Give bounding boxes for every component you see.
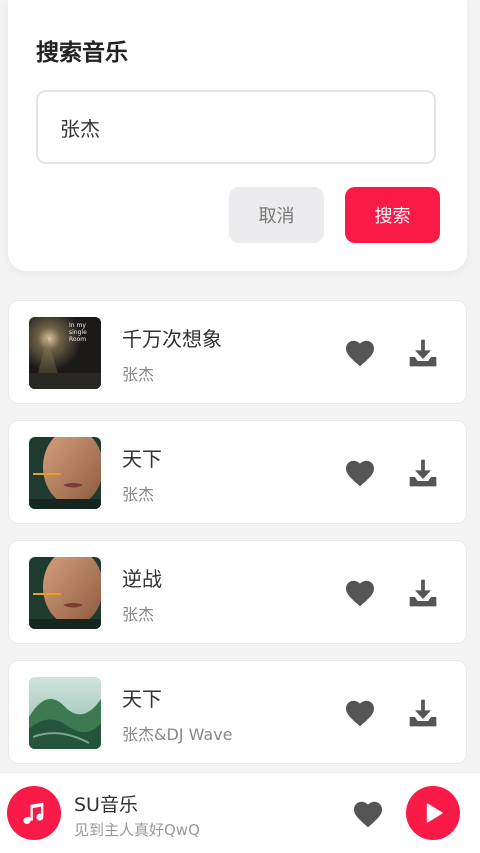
download-icon[interactable] [407,458,439,488]
search-button[interactable]: 搜索 [345,187,440,243]
song-title: 千万次想象 [122,327,222,351]
song-title: 逆战 [122,567,162,591]
song-item[interactable]: In my single Room 千万次想象 张杰 [8,300,467,404]
play-icon [426,803,443,823]
album-cover: In my single Room [29,317,101,389]
song-artist: 张杰 [122,605,155,624]
album-cover-text: In my single Room [69,322,87,343]
heart-icon[interactable] [344,698,376,728]
download-icon[interactable] [407,578,439,608]
heart-icon[interactable] [344,338,376,368]
song-title: 天下 [122,687,162,711]
player-title: SU音乐 [74,794,138,816]
search-title: 搜索音乐 [36,40,128,66]
song-item[interactable]: 天下 张杰&DJ Wave [8,660,467,764]
app-logo [7,786,61,840]
song-artist: 张杰 [122,485,155,504]
song-item[interactable]: 天下 张杰 [8,420,467,524]
cancel-button[interactable]: 取消 [229,187,324,243]
album-cover [29,557,101,629]
heart-icon[interactable] [344,458,376,488]
album-cover [29,437,101,509]
mini-player[interactable]: SU音乐 见到主人真好QwQ [0,772,480,853]
song-title: 天下 [122,447,162,471]
search-panel: 搜索音乐 取消 搜索 [8,0,467,271]
song-artist: 张杰&DJ Wave [122,725,233,744]
album-cover [29,677,101,749]
play-button[interactable] [406,786,460,840]
player-subtitle: 见到主人真好QwQ [74,821,200,839]
heart-icon[interactable] [352,799,384,829]
search-input[interactable] [36,90,436,164]
download-icon[interactable] [407,338,439,368]
heart-icon[interactable] [344,578,376,608]
music-note-icon [23,802,44,825]
song-item[interactable]: 逆战 张杰 [8,540,467,644]
song-artist: 张杰 [122,365,155,384]
download-icon[interactable] [407,698,439,728]
